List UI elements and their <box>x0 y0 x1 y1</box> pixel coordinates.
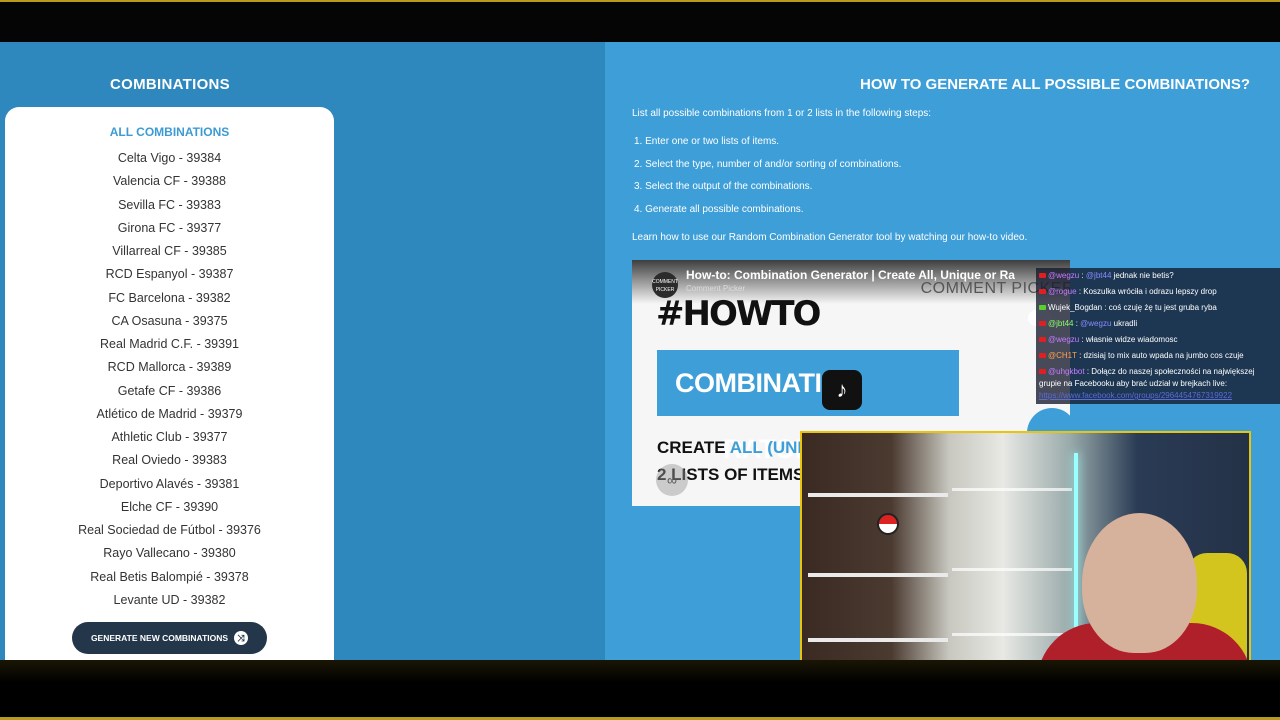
list-item: RCD Mallorca - 39389 <box>107 360 232 375</box>
list-item: CA Osasuna - 39375 <box>111 313 228 328</box>
create-prefix: CREATE <box>657 438 730 457</box>
chat-message: @wegzu : własnie widze wiadomosc <box>1039 335 1178 344</box>
chat-message: grupie na Facebooku aby brać udział w br… <box>1039 379 1228 388</box>
shelf <box>808 573 948 577</box>
list-item: Real Madrid C.F. - 39391 <box>100 337 239 351</box>
stream-chat-overlay: @wegzu : @jbt44 jednak nie betis? @rogue… <box>1036 268 1280 404</box>
chat-mention: @wegzu <box>1080 319 1112 328</box>
youtube-badge-icon <box>1039 289 1046 295</box>
list-item: FC Barcelona - 39382 <box>108 290 231 305</box>
step-item: 3. Select the output of the combinations… <box>634 181 813 192</box>
combinations-panel: COMBINATIONS ALL COMBINATIONS Celta Vigo… <box>0 42 605 667</box>
chat-user: Wujek_Bogdan <box>1048 303 1103 312</box>
generate-new-combinations-button[interactable]: GENERATE NEW COMBINATIONS ⤨ <box>72 622 267 654</box>
how-to-title: HOW TO GENERATE ALL POSSIBLE COMBINATION… <box>860 76 1251 93</box>
chat-user: @CH1T <box>1048 351 1077 360</box>
youtube-badge-icon <box>1039 337 1046 343</box>
list-item: Girona FC - 39377 <box>117 220 222 235</box>
chat-user: @wegzu <box>1048 271 1080 280</box>
youtube-badge-icon <box>1039 369 1046 375</box>
combinations-card: ALL COMBINATIONS Celta Vigo - 39384 Vale… <box>5 107 334 667</box>
chat-user: @uhgkbot <box>1048 367 1085 376</box>
learn-text: Learn how to use our Random Combination … <box>632 232 1028 243</box>
chat-text: ukradli <box>1111 319 1138 328</box>
list-item: Celta Vigo - 39384 <box>117 151 222 165</box>
chat-user: @wegzu <box>1048 335 1080 344</box>
all-combinations-heading: ALL COMBINATIONS <box>109 125 230 139</box>
youtube-badge-icon <box>1039 273 1046 279</box>
link-icon[interactable]: ∞ <box>656 464 688 496</box>
chat-message: @jbt44 : @wegzu ukradli <box>1039 319 1137 328</box>
stream-top-bar <box>0 0 1280 42</box>
step-item: 2. Select the type, number of and/or sor… <box>634 158 902 170</box>
stream-bottom-bar <box>0 660 1280 720</box>
generate-button-label: GENERATE NEW COMBINATIONS <box>90 633 229 643</box>
chat-message: @uhgkbot : Dołącz do naszej społeczności… <box>1039 367 1254 376</box>
combinations-title: COMBINATIONS <box>110 76 230 93</box>
kick-badge-icon <box>1039 305 1046 311</box>
step-item: 1. Enter one or two lists of items. <box>634 136 780 147</box>
webcam-feed <box>800 431 1251 683</box>
chat-user: @rogue <box>1048 287 1077 296</box>
chat-text: Koszulka wróciła i odrazu lepszy drop <box>1081 287 1217 296</box>
chat-text: dzisiaj to mix auto wpada na jumbo cos c… <box>1081 351 1244 360</box>
list-item: Real Oviedo - 39383 <box>112 453 227 468</box>
video-channel: Comment Picker <box>686 284 746 293</box>
shelf <box>808 638 948 642</box>
list-item: Valencia CF - 39388 <box>112 174 227 189</box>
shuffle-icon: ⤨ <box>234 631 249 645</box>
chat-user: @jbt44 <box>1048 319 1074 328</box>
list-item: Real Sociedad de Fútbol - 39376 <box>78 523 261 537</box>
list-item: Getafe CF - 39386 <box>117 383 222 398</box>
list-item: Atlético de Madrid - 39379 <box>96 406 243 421</box>
chat-message: Wujek_Bogdan : coś czuję żę tu jest grub… <box>1039 303 1217 312</box>
how-to-intro: List all possible combinations from 1 or… <box>632 108 932 119</box>
step-item: 4. Generate all possible combinations. <box>634 203 804 215</box>
chat-message: @wegzu : @jbt44 jednak nie betis? <box>1039 271 1174 280</box>
chat-text: własnie widze wiadomosc <box>1083 335 1178 344</box>
chat-message: @rogue : Koszulka wróciła i odrazu lepsz… <box>1039 287 1217 296</box>
combinations-list: Celta Vigo - 39384 Valencia CF - 39388 S… <box>5 147 334 612</box>
list-item: Deportivo Alavés - 39381 <box>99 476 240 491</box>
steps-list: 1. Enter one or two lists of items. 2. S… <box>634 135 901 225</box>
list-item: Sevilla FC - 39383 <box>118 197 221 212</box>
streamer-head <box>1082 513 1197 653</box>
chat-message: @CH1T : dzisiaj to mix auto wpada na jum… <box>1039 351 1244 360</box>
list-item: Real Betis Balompié - 39378 <box>90 569 249 584</box>
glass-shelf <box>952 633 1072 636</box>
chat-text: Dołącz do naszej społeczności na najwięk… <box>1089 367 1255 376</box>
youtube-badge-icon <box>1039 353 1046 359</box>
pokeball-figure <box>877 513 899 535</box>
list-item: Rayo Vallecano - 39380 <box>103 546 236 561</box>
list-item: Levante UD - 39382 <box>113 592 226 607</box>
glass-shelf <box>952 488 1072 491</box>
list-item: RCD Espanyol - 39387 <box>105 267 234 282</box>
tiktok-logo-icon: ♪ <box>822 370 862 410</box>
shelf <box>808 493 948 497</box>
youtube-badge-icon <box>1039 321 1046 327</box>
chat-mention: @jbt44 <box>1085 271 1112 280</box>
glass-shelf <box>952 568 1072 571</box>
list-item: Villarreal CF - 39385 <box>112 244 227 258</box>
chat-message: https://www.facebook.com/groups/29644547… <box>1039 391 1232 400</box>
chat-text: jednak nie betis? <box>1111 271 1174 280</box>
video-banner: COMBINATION RATOR <box>657 350 959 464</box>
video-howto-text: #HOWTO <box>656 294 821 334</box>
chat-text: : coś czuję żę tu jest gruba ryba <box>1104 303 1217 312</box>
list-item: Athletic Club - 39377 <box>111 430 228 444</box>
chat-link[interactable]: https://www.facebook.com/groups/29644547… <box>1039 391 1232 400</box>
list-item: Elche CF - 39390 <box>120 499 219 514</box>
